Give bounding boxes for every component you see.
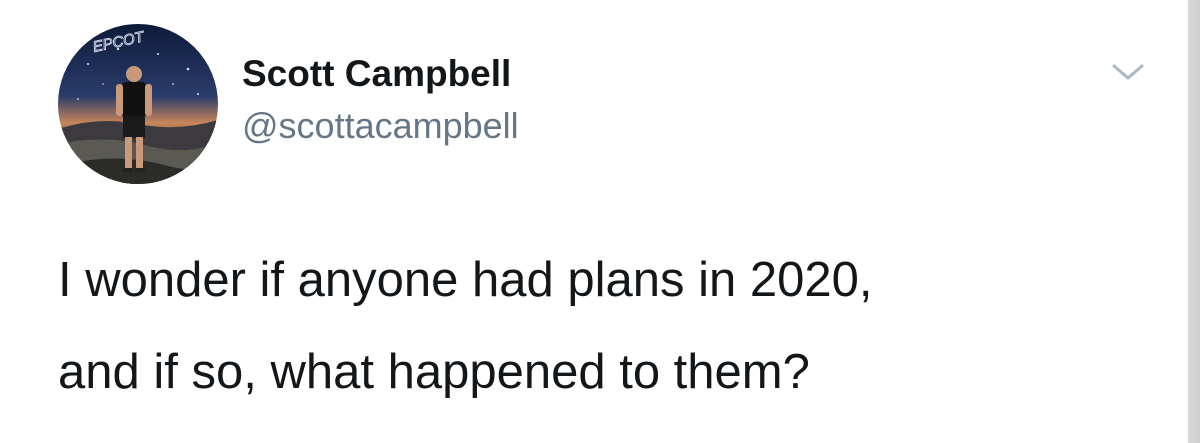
tweet-text-line: I wonder if anyone had plans in 2020, (58, 253, 873, 307)
tweet-text-line: and if so, what happened to them? (58, 345, 810, 399)
avatar-photo: EPCOT (58, 24, 218, 184)
chevron-down-icon (1112, 64, 1144, 80)
avatar[interactable]: EPCOT (58, 24, 218, 184)
tweet-menu-button[interactable] (1104, 52, 1152, 92)
screen-edge (1188, 0, 1200, 443)
display-name[interactable]: Scott Campbell (242, 52, 519, 96)
user-handle[interactable]: @scottacampbell (242, 104, 519, 148)
user-info: Scott Campbell @scottacampbell (242, 52, 519, 148)
tweet-text: I wonder if anyone had plans in 2020, an… (58, 234, 1168, 418)
tweet-card: EPCOT Scott Campbell @scottacampbell I w… (0, 0, 1200, 443)
